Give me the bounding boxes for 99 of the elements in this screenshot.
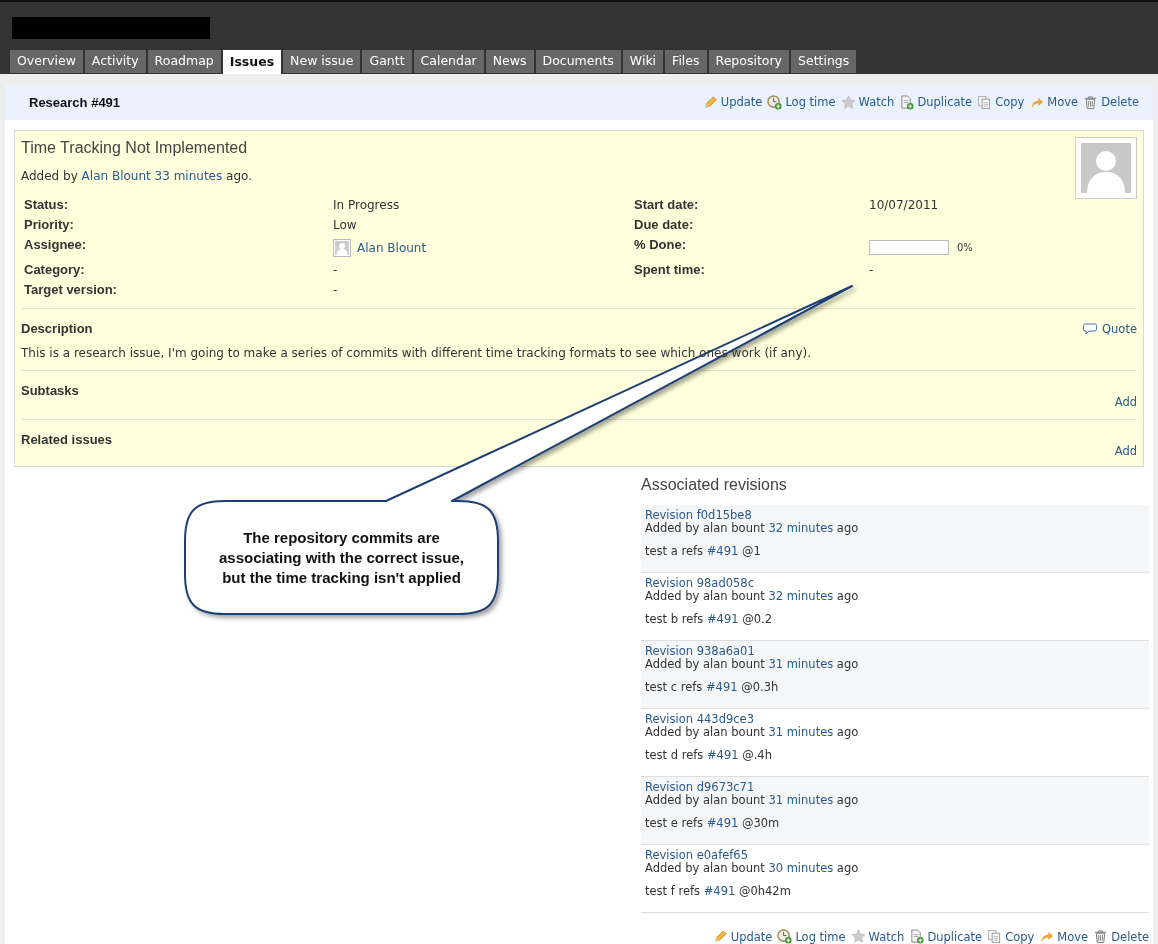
field-value: Low <box>333 218 357 232</box>
issue-link[interactable]: #491 <box>706 544 739 558</box>
section-heading: Description <box>21 321 93 336</box>
time-link[interactable]: 31 minutes <box>768 657 834 671</box>
commit-message: test d refs #491 @.4h <box>645 749 773 762</box>
field-label: Target version: <box>24 281 118 299</box>
action-link[interactable]: Copy <box>977 94 1025 110</box>
assignee-link[interactable]: Alan Blount <box>357 240 427 255</box>
star-icon <box>840 94 856 110</box>
action-link[interactable]: Update <box>712 929 773 944</box>
time-link[interactable]: 32 minutes <box>768 589 834 603</box>
time-link[interactable]: 30 minutes <box>768 861 834 875</box>
field-value: - <box>333 283 338 297</box>
nav-tab[interactable]: Calendar <box>413 50 484 73</box>
action-link[interactable]: Move <box>1029 94 1079 110</box>
field-label: Priority: <box>24 216 75 234</box>
field-value: In Progress <box>333 198 400 212</box>
nav-tab[interactable]: Gantt <box>362 50 412 73</box>
nav-tab[interactable]: Overview <box>10 50 83 73</box>
section-heading: Related issues <box>21 432 113 449</box>
field-value: 10/07/2011 <box>869 198 939 212</box>
nav-tab[interactable]: Settings <box>791 50 857 73</box>
action-link[interactable]: Log time <box>777 929 846 944</box>
add-link[interactable]: Add <box>1114 444 1137 458</box>
revision-meta: Added by alan bount 32 minutes ago <box>645 522 860 535</box>
revision-meta: Added by alan bount 31 minutes ago <box>645 794 860 807</box>
field-label: Start date: <box>634 196 700 214</box>
action-link[interactable]: Move <box>1039 929 1089 944</box>
field-label: Spent time: <box>634 261 706 279</box>
time-link[interactable]: 31 minutes <box>768 725 834 739</box>
action-link[interactable]: Duplicate <box>899 94 973 110</box>
clock-icon <box>767 94 783 110</box>
nav-tab[interactable]: Repository <box>708 50 789 73</box>
field-label: Category: <box>24 261 86 279</box>
callout-text: The repository commits are associating with the correct issue, but the time tracking isn't applied <box>217 528 466 588</box>
commit-message: test a refs #491 @1 <box>645 545 762 558</box>
nav-tab[interactable]: Issues <box>222 50 282 74</box>
issue-link[interactable]: #491 <box>706 748 739 762</box>
action-link[interactable]: Watch <box>850 929 905 944</box>
pencil-icon <box>712 929 728 944</box>
commit-message: test f refs #491 @0h42m <box>645 885 792 898</box>
issue-subject: Time Tracking Not Implemented <box>21 139 249 157</box>
field-value: - <box>333 263 338 277</box>
nav-tab[interactable]: News <box>485 50 534 73</box>
action-link[interactable]: Watch <box>840 94 895 110</box>
action-link[interactable]: Update <box>702 94 763 110</box>
issue-link[interactable]: #491 <box>703 884 736 898</box>
quote-link[interactable]: Quote <box>1083 321 1137 336</box>
add-link[interactable]: Add <box>1114 395 1137 409</box>
commit-message: test c refs #491 @0.3h <box>645 681 780 694</box>
field-value: - <box>869 263 874 277</box>
field-label: Status: <box>24 196 70 214</box>
time-link[interactable]: 31 minutes <box>768 793 834 807</box>
issue-link[interactable]: #491 <box>706 612 739 626</box>
issue-title: Research #491 <box>29 94 121 110</box>
author-link[interactable]: Alan Blount <box>81 169 151 183</box>
time-link[interactable]: 32 minutes <box>768 521 834 535</box>
revision-link[interactable]: Revision 938a6a01 <box>645 644 755 658</box>
revision-link[interactable]: Revision d9673c71 <box>645 780 755 794</box>
revision-meta: Added by alan bount 30 minutes ago <box>645 862 860 875</box>
nav-tab[interactable]: Activity <box>84 50 146 73</box>
issue-link[interactable]: #491 <box>706 816 739 830</box>
revision-meta: Added by alan bount 31 minutes ago <box>645 726 860 739</box>
section-title: Associated revisions <box>641 476 788 494</box>
commit-message: test e refs #491 @30m <box>645 817 781 830</box>
action-link[interactable]: Duplicate <box>909 929 983 944</box>
star-icon <box>850 929 866 944</box>
action-link[interactable]: Copy <box>987 929 1035 944</box>
nav-tab[interactable]: New issue <box>283 50 361 73</box>
nav-tab[interactable]: Files <box>665 50 707 73</box>
action-link[interactable]: Delete <box>1093 929 1149 944</box>
field-label: Due date: <box>634 216 695 234</box>
copy-icon <box>977 94 993 110</box>
revision-meta: Added by alan bount 32 minutes ago <box>645 590 860 603</box>
user-icon <box>333 238 351 257</box>
speech-bubble-icon <box>1083 322 1098 335</box>
nav-tab[interactable]: Wiki <box>622 50 664 73</box>
progress-reading: 0% <box>957 242 973 253</box>
trash-icon <box>1093 929 1109 944</box>
nav-tab[interactable]: Documents <box>535 50 621 73</box>
action-link[interactable]: Log time <box>767 94 836 110</box>
time-link[interactable]: 33 minutes <box>154 169 223 183</box>
document-plus-icon <box>899 94 915 110</box>
revision-link[interactable]: Revision f0d15be8 <box>645 508 752 522</box>
nav-tab[interactable]: Roadmap <box>147 50 221 73</box>
pencil-icon <box>702 94 718 110</box>
action-link[interactable]: Delete <box>1083 94 1139 110</box>
trash-icon <box>1083 94 1099 110</box>
field-label: Assignee: <box>24 236 88 254</box>
revision-link[interactable]: Revision e0afef65 <box>645 848 748 862</box>
field-label: % Done: <box>634 236 687 254</box>
commit-message: test b refs #491 @0.2 <box>645 613 773 626</box>
revision-meta: Added by alan bount 31 minutes ago <box>645 658 860 671</box>
revision-link[interactable]: Revision 443d9ce3 <box>645 712 754 726</box>
section-heading: Subtasks <box>21 383 79 400</box>
revision-link[interactable]: Revision 98ad058c <box>645 576 754 590</box>
avatar-icon <box>1075 137 1137 199</box>
issue-link[interactable]: #491 <box>705 680 738 694</box>
arrow-icon <box>1039 929 1055 944</box>
